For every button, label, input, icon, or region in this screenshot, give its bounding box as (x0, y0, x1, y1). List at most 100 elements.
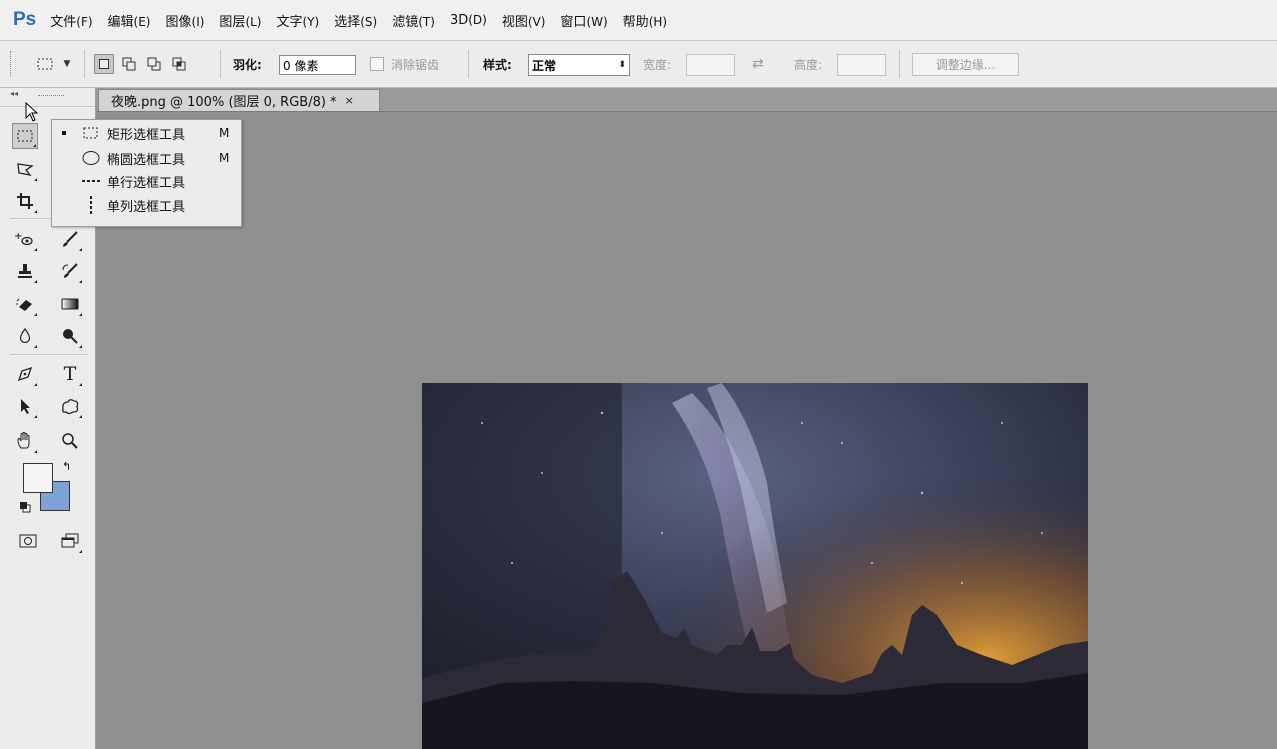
marquee-tool[interactable] (12, 123, 38, 149)
eraser-tool[interactable] (12, 291, 38, 317)
swap-colors-icon[interactable]: ↰ (62, 460, 71, 473)
quick-mask-button[interactable] (15, 528, 41, 554)
add-selection-icon (122, 57, 136, 71)
night-sky-image[interactable] (422, 383, 1088, 749)
intersect-selection-button[interactable] (169, 54, 189, 74)
flyout-item-single-row-marquee[interactable]: 单行选框工具 (52, 170, 241, 192)
menu-window[interactable]: 窗口(W) (560, 11, 607, 30)
zoom-tool[interactable] (57, 428, 83, 454)
style-select[interactable]: 正常 ⬍ (528, 54, 630, 76)
tools-panel-header[interactable]: ◂◂ (0, 88, 95, 107)
foreground-color-swatch[interactable] (23, 463, 53, 493)
width-input[interactable] (686, 54, 735, 76)
dodge-icon (63, 329, 78, 344)
polygonal-lasso-icon (17, 163, 34, 176)
add-to-selection-button[interactable] (119, 54, 139, 74)
refine-edge-button[interactable]: 调整边缘... (912, 53, 1019, 76)
night-sky-photo (422, 383, 1088, 749)
tool-preset-picker[interactable] (34, 52, 56, 76)
selected-bullet-icon (62, 131, 66, 135)
path-selection-tool[interactable] (12, 393, 38, 419)
screen-mode-icon (61, 533, 79, 548)
clone-stamp-tool[interactable] (12, 258, 38, 284)
intersect-selection-icon (172, 57, 186, 71)
hand-tool[interactable] (12, 428, 38, 454)
ellipse-marquee-icon (80, 150, 102, 166)
flyout-item-ellipse-marquee[interactable]: 椭圆选框工具 M (52, 147, 241, 169)
close-icon[interactable]: × (345, 94, 354, 107)
history-brush-tool[interactable] (57, 258, 83, 284)
antialias-label: 消除锯齿 (391, 57, 440, 72)
eraser-icon (16, 298, 32, 311)
spot-healing-icon: + (14, 231, 33, 246)
document-tab[interactable]: 夜晚.png @ 100% (图层 0, RGB/8) * × (98, 89, 380, 111)
options-bar-grip[interactable] (10, 51, 14, 77)
document-tab-bar: 夜晚.png @ 100% (图层 0, RGB/8) * × (96, 88, 1277, 112)
menu-image[interactable]: 图像(I) (166, 11, 205, 30)
type-icon: T (63, 363, 77, 385)
collapse-icon[interactable]: ◂◂ (10, 89, 18, 98)
type-tool[interactable]: T (57, 361, 83, 387)
pen-icon (17, 366, 33, 382)
options-bar: ▼ 羽化: 0 像素 消除锯齿 样式: 正常 ⬍ 宽度: ⇄ 高度: 调整边缘.… (0, 41, 1277, 88)
flyout-item-single-column-marquee[interactable]: 单列选框工具 (52, 194, 241, 216)
crop-tool[interactable] (12, 188, 38, 214)
swap-width-height-icon[interactable]: ⇄ (752, 52, 764, 76)
feather-label: 羽化: (233, 57, 262, 72)
spot-healing-tool[interactable]: + (12, 226, 38, 252)
path-selection-icon (21, 399, 30, 414)
custom-shape-tool[interactable] (57, 393, 83, 419)
new-selection-icon (99, 59, 109, 69)
style-select-value: 正常 (532, 58, 557, 73)
flyout-item-rect-marquee[interactable]: 矩形选框工具 M (52, 122, 241, 144)
menu-view[interactable]: 视图(V) (502, 11, 546, 30)
menu-3d[interactable]: 3D(D) (450, 13, 487, 28)
rect-marquee-icon (37, 58, 53, 70)
height-input[interactable] (837, 54, 886, 76)
blur-drop-icon (19, 327, 31, 344)
width-label: 宽度: (643, 57, 672, 72)
new-selection-button[interactable] (94, 54, 114, 74)
dodge-tool[interactable] (57, 323, 83, 349)
clone-stamp-icon (18, 264, 32, 278)
blur-tool[interactable] (12, 323, 38, 349)
menu-bar: Ps 文件(F) 编辑(E) 图像(I) 图层(L) 文字(Y) 选择(S) 滤… (0, 0, 1277, 41)
marquee-tool-flyout: 矩形选框工具 M 椭圆选框工具 M 单行选框工具 单列选框工具 (51, 119, 242, 227)
menu-edit[interactable]: 编辑(E) (108, 11, 151, 30)
style-label: 样式: (483, 57, 512, 72)
hand-icon (17, 432, 30, 449)
single-column-marquee-icon (80, 195, 102, 215)
feather-input[interactable]: 0 像素 (279, 55, 356, 75)
document-tab-title: 夜晚.png @ 100% (图层 0, RGB/8) * (111, 95, 337, 110)
chevron-down-icon[interactable]: ▼ (60, 52, 74, 76)
menu-file[interactable]: 文件(F) (50, 11, 92, 30)
photoshop-logo: Ps (13, 9, 37, 30)
menu-type[interactable]: 文字(Y) (277, 11, 320, 30)
menu-layer[interactable]: 图层(L) (219, 11, 261, 30)
panel-grip[interactable] (38, 95, 64, 98)
menu-select[interactable]: 选择(S) (334, 11, 377, 30)
screen-mode-button[interactable] (57, 528, 83, 554)
svg-text:+: + (14, 231, 22, 242)
brush-tool[interactable] (57, 226, 83, 252)
antialias-checkbox[interactable] (370, 57, 384, 71)
height-label: 高度: (794, 57, 823, 72)
menu-help[interactable]: 帮助(H) (623, 11, 667, 30)
history-brush-icon (62, 263, 78, 278)
menu-filter[interactable]: 滤镜(T) (392, 11, 435, 30)
crop-icon (17, 193, 33, 209)
gradient-tool[interactable] (57, 291, 83, 317)
updown-icon: ⬍ (618, 60, 626, 70)
quick-mask-icon (19, 534, 37, 548)
pen-tool[interactable] (12, 361, 38, 387)
subtract-selection-icon (147, 57, 161, 71)
gradient-icon (61, 298, 79, 310)
single-row-marquee-icon (80, 177, 102, 185)
subtract-from-selection-button[interactable] (144, 54, 164, 74)
lasso-tool[interactable] (12, 156, 38, 182)
rect-marquee-icon (80, 126, 102, 140)
default-colors-icon[interactable] (19, 501, 31, 516)
custom-shape-icon (62, 399, 79, 415)
rect-marquee-icon (17, 130, 33, 142)
zoom-icon (62, 433, 78, 449)
